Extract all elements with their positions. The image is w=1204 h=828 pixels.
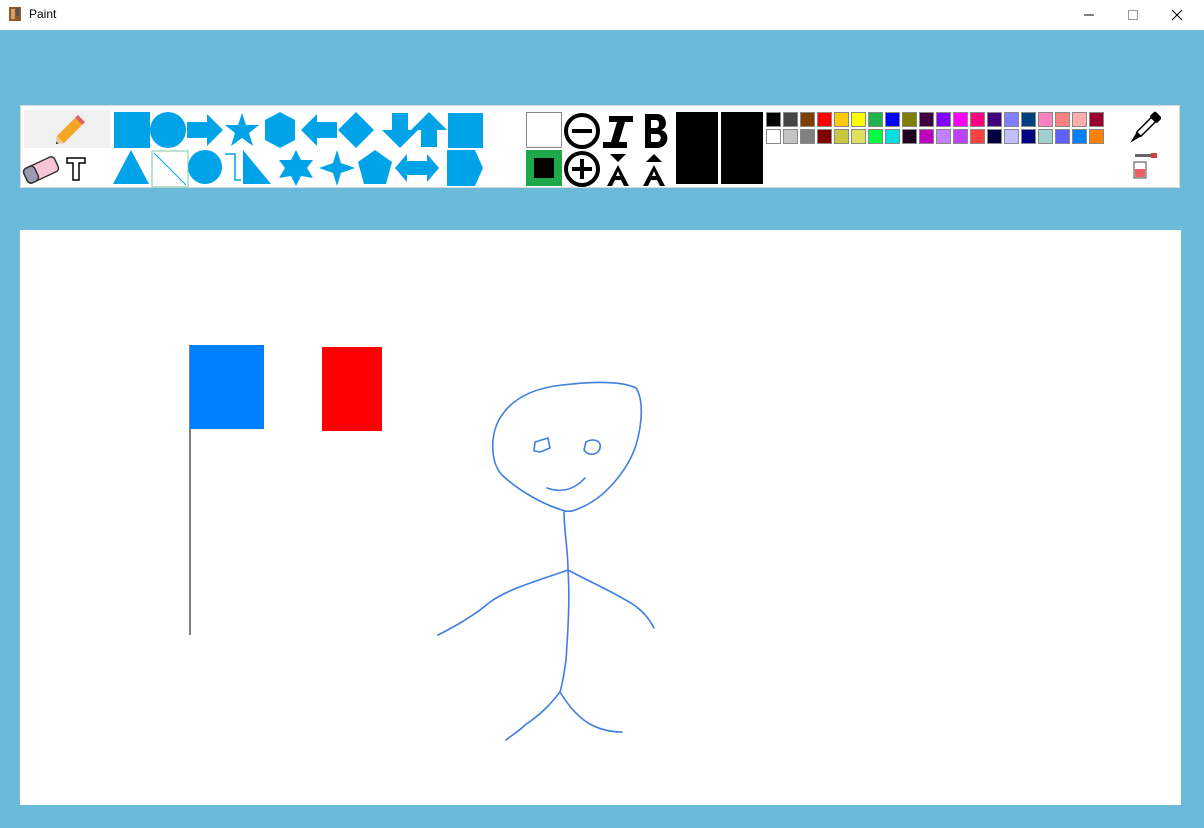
primary-color-swatch <box>534 158 554 178</box>
bold-icon[interactable] <box>645 114 668 148</box>
pentagon-shape-icon[interactable] <box>358 150 392 184</box>
pencil-icon <box>56 115 85 144</box>
oval-shape-icon[interactable] <box>188 150 222 184</box>
font-controls <box>564 113 668 187</box>
eraser-icon <box>22 156 60 184</box>
title-bar: Paint <box>0 0 1204 30</box>
italic-icon[interactable] <box>603 116 633 148</box>
palette-color-swatch[interactable] <box>817 129 832 144</box>
canvas-drawing <box>189 345 655 741</box>
palette-color-swatch[interactable] <box>902 112 917 127</box>
minimize-icon <box>1084 14 1094 16</box>
palette-color-swatch[interactable] <box>1038 112 1053 127</box>
palette-color-swatch[interactable] <box>936 129 951 144</box>
drawing-canvas[interactable] <box>20 230 1181 805</box>
palette-color-swatch[interactable] <box>851 129 866 144</box>
secondary-color-box[interactable] <box>526 112 562 148</box>
palette-color-swatch[interactable] <box>783 129 798 144</box>
palette-color-swatch[interactable] <box>1021 129 1036 144</box>
square-shape-icon[interactable] <box>448 113 483 148</box>
flag-red-stripe <box>322 347 382 431</box>
up-arrow-shape-icon[interactable] <box>411 112 447 147</box>
palette-color-swatch[interactable] <box>1089 112 1104 127</box>
palette-color-swatch[interactable] <box>987 129 1002 144</box>
palette-color-swatch[interactable] <box>936 112 951 127</box>
zoom-out-icon[interactable] <box>564 113 600 149</box>
close-button[interactable] <box>1154 0 1200 30</box>
palette-color-swatch[interactable] <box>919 129 934 144</box>
palette-color-swatch[interactable] <box>868 129 883 144</box>
left-arrow-shape-icon[interactable] <box>301 114 337 146</box>
right-arrow-shape-icon[interactable] <box>187 114 223 146</box>
palette-color-swatch[interactable] <box>834 129 849 144</box>
palette-color-swatch[interactable] <box>885 129 900 144</box>
double-arrow-shape-icon[interactable] <box>395 154 439 182</box>
star-6-shape-icon[interactable] <box>279 150 313 186</box>
toolbar <box>20 105 1180 188</box>
palette-color-swatch[interactable] <box>817 112 832 127</box>
palette-color-swatch[interactable] <box>851 112 866 127</box>
color-palette <box>766 112 1106 148</box>
down-arrow-shape-icon[interactable] <box>382 113 418 148</box>
eyedropper-icon <box>1130 111 1162 143</box>
triangle-shape-icon[interactable] <box>113 150 149 184</box>
brush-size-preview[interactable] <box>676 112 718 184</box>
paint-bucket-icon <box>1133 153 1157 179</box>
minimize-button[interactable] <box>1066 0 1112 30</box>
text-icon <box>66 157 86 181</box>
palette-color-swatch[interactable] <box>885 112 900 127</box>
palette-color-swatch[interactable] <box>783 112 798 127</box>
ellipse-shape-icon[interactable] <box>150 112 186 148</box>
eyedropper-tool[interactable] <box>1125 110 1162 150</box>
palette-color-swatch[interactable] <box>834 112 849 127</box>
maximize-icon <box>1128 10 1138 20</box>
polyline-shape-icon[interactable] <box>225 153 241 181</box>
palette-color-swatch[interactable] <box>800 129 815 144</box>
pencil-tool[interactable] <box>24 110 110 148</box>
zoom-in-icon[interactable] <box>564 151 600 187</box>
line-shape-icon[interactable] <box>151 150 189 188</box>
window-title: Paint <box>29 7 57 21</box>
palette-color-swatch[interactable] <box>1021 112 1036 127</box>
palette-color-swatch[interactable] <box>953 129 968 144</box>
palette-color-swatch[interactable] <box>953 112 968 127</box>
palette-color-swatch[interactable] <box>800 112 815 127</box>
eraser-tool[interactable] <box>21 152 61 186</box>
palette-color-swatch[interactable] <box>987 112 1002 127</box>
palette-color-swatch[interactable] <box>1055 129 1070 144</box>
font-decrease-icon[interactable] <box>607 154 629 186</box>
palette-color-swatch[interactable] <box>1089 129 1104 144</box>
maximize-button[interactable] <box>1110 0 1156 30</box>
palette-color-swatch[interactable] <box>1055 112 1070 127</box>
close-icon <box>1171 9 1183 21</box>
flag-blue-stripe <box>190 345 264 429</box>
shapes-panel <box>113 112 483 188</box>
palette-color-swatch[interactable] <box>1038 129 1053 144</box>
primary-color-box[interactable] <box>526 150 562 186</box>
palette-color-swatch[interactable] <box>1004 112 1019 127</box>
text-tool[interactable] <box>63 152 89 186</box>
palette-color-swatch[interactable] <box>868 112 883 127</box>
arrow-pentagon-shape-icon[interactable] <box>447 150 483 186</box>
rectangle-shape-icon[interactable] <box>114 112 150 148</box>
hexagon-shape-icon[interactable] <box>265 112 295 148</box>
stick-figure <box>437 381 655 741</box>
star-4-shape-icon[interactable] <box>319 150 355 186</box>
palette-color-swatch[interactable] <box>902 129 917 144</box>
paint-bucket-tool[interactable] <box>1129 152 1159 182</box>
palette-color-swatch[interactable] <box>1004 129 1019 144</box>
palette-color-swatch[interactable] <box>919 112 934 127</box>
palette-color-swatch[interactable] <box>766 129 781 144</box>
palette-color-swatch[interactable] <box>1072 112 1087 127</box>
right-triangle-shape-icon[interactable] <box>243 150 271 184</box>
palette-color-swatch[interactable] <box>766 112 781 127</box>
palette-color-swatch[interactable] <box>970 129 985 144</box>
palette-color-swatch[interactable] <box>1072 129 1087 144</box>
star-5-shape-icon[interactable] <box>225 113 259 146</box>
palette-color-swatch[interactable] <box>970 112 985 127</box>
color-preview[interactable] <box>721 112 763 184</box>
font-increase-icon[interactable] <box>643 154 665 186</box>
diamond-shape-icon[interactable] <box>338 112 374 148</box>
paint-app-icon <box>9 7 21 21</box>
